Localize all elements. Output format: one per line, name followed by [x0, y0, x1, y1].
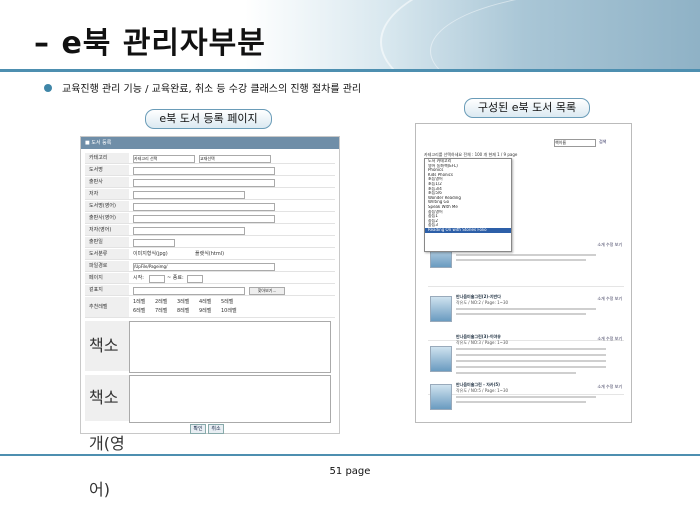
item-actions[interactable]: 소개 수정 보기 [597, 242, 622, 248]
summary-en-textarea[interactable] [129, 375, 331, 423]
book-meta: 작유도 / NO:2 / Page: 1~30 [456, 300, 509, 305]
form-header: ■ 도서 등록 [81, 137, 339, 149]
text-line [456, 308, 596, 310]
publisher-input[interactable] [133, 179, 275, 187]
pages-start-label: 시작: [133, 275, 144, 281]
label-register-page: e북 도서 등록 페이지 [145, 109, 272, 129]
search-input[interactable]: 책이름 [554, 139, 596, 147]
tree-item[interactable]: Reading On with Stories Folio [425, 227, 511, 233]
book-meta: 작유도 / NO:3 / Page: 1~30 [456, 340, 509, 345]
form-row-author-en: 저자(영어) [85, 225, 335, 236]
publisher-en-input[interactable] [133, 215, 275, 223]
cover-input[interactable] [133, 287, 245, 295]
subcategory-select[interactable]: 교재선택 [199, 155, 271, 163]
form-row-folder: 파일경로 /UpFile/Pageimg/ [85, 261, 335, 272]
form-label: 책소개(영어) [85, 375, 129, 499]
form-row-title: 도서명 [85, 165, 335, 176]
cancel-button[interactable]: 취소 [208, 424, 224, 434]
form-row-level: 추천레벨 1레벨 2레벨 3레벨 4레벨 5레벨 6레벨 7레벨 8레벨 9레벨… [85, 297, 335, 318]
text-line [456, 354, 606, 356]
form-label: 출판일 [85, 237, 129, 247]
confirm-button[interactable]: 확인 [190, 424, 206, 434]
form-row-publisher-en: 출판사(영어) [85, 213, 335, 224]
book-register-form: ■ 도서 등록 카테고리 카테고리 선택 교재선택 도서명 출판사 저자 도서명… [80, 136, 340, 499]
book-cover-thumbnail [430, 346, 452, 372]
item-actions[interactable]: 소개 수정 보기 [597, 336, 622, 342]
label-book-list: 구성된 e북 도서 목록 [464, 98, 590, 118]
level-checkbox[interactable]: 7레벨 [155, 306, 167, 316]
form-label: 도서명 [85, 165, 129, 175]
book-meta: 작유도 / NO:5 / Page: 1~30 [456, 388, 509, 393]
slide-title: – e북 관리자부분 [34, 26, 266, 61]
form-row-type: 도서분류 이미지형식(jpg) 플랫식(html) [85, 249, 335, 260]
form-label: 겉표지 [85, 285, 129, 295]
form-label: 출판사 [85, 177, 129, 187]
text-line [456, 396, 596, 398]
text-line [456, 360, 606, 362]
title-input[interactable] [133, 167, 275, 175]
bullet-icon [44, 84, 52, 92]
book-cover-thumbnail [430, 384, 452, 410]
text-line [456, 366, 606, 368]
pages-start-input[interactable] [149, 275, 165, 283]
form-label: 파일경로 [85, 261, 129, 271]
text-line [456, 259, 586, 261]
summary-textarea[interactable] [129, 321, 331, 373]
author-input[interactable] [133, 191, 245, 199]
text-line [456, 372, 576, 374]
form-label: 출판사(영어) [85, 213, 129, 223]
form-row-pubdate: 출판일 [85, 237, 335, 248]
title-en-input[interactable] [133, 203, 275, 211]
author-en-input[interactable] [133, 227, 245, 235]
category-select[interactable]: 카테고리 선택 [133, 155, 195, 163]
item-actions[interactable]: 소개 수정 보기 [597, 384, 622, 390]
item-actions[interactable]: 소개 수정 보기 [597, 296, 622, 302]
divider [0, 69, 700, 72]
browse-button[interactable]: 찾아보기... [249, 287, 285, 295]
search-button[interactable]: 검색 [599, 139, 606, 145]
text-line [456, 348, 606, 350]
pubdate-input[interactable] [133, 239, 175, 247]
level-checkbox[interactable]: 6레벨 [133, 306, 145, 316]
form-label: 도서분류 [85, 249, 129, 259]
form-label: 저자 [85, 189, 129, 199]
slide-description: 교육진행 관리 기능 / 교육완료, 취소 등 수강 클래스의 진행 절차를 관… [62, 84, 362, 95]
book-list-panel: 책이름 검색 카테고리를 선택하세요 전체 : 100 개 현재 1 / 9 p… [415, 123, 632, 423]
pages-end-label: ~ 종료: [167, 275, 184, 281]
form-label: 저자(영어) [85, 225, 129, 235]
form-row-pages: 페이지 시작: ~ 종료: [85, 273, 335, 284]
level-checkbox[interactable]: 9레벨 [199, 306, 211, 316]
form-label: 페이지 [85, 273, 129, 283]
form-label: 추천레벨 [85, 297, 129, 317]
radio-jpg[interactable]: 이미지형식(jpg) [133, 249, 168, 259]
form-row-author: 저자 [85, 189, 335, 200]
level-checkbox[interactable]: 10레벨 [221, 306, 237, 316]
form-label: 책소개 [85, 321, 129, 405]
folder-input[interactable]: /UpFile/Pageimg/ [133, 263, 275, 271]
form-row-cover: 겉표지 찾아보기... [85, 285, 335, 296]
text-line [456, 401, 586, 403]
page-number: 51 page [329, 466, 371, 477]
form-label: 도서명(영어) [85, 201, 129, 211]
category-tree-dropdown[interactable]: 도서 카테고리 영어 동화책(EFL) Phonics Kids Phonics… [424, 158, 512, 252]
form-label: 카테고리 [85, 153, 129, 163]
level-checkbox[interactable]: 8레벨 [177, 306, 189, 316]
form-row-publisher: 출판사 [85, 177, 335, 188]
list-item[interactable]: 만나음미술그린 - 자카(5) 작유도 / NO:5 / Page: 1~30 … [428, 378, 624, 418]
book-cover-thumbnail [430, 296, 452, 322]
divider [0, 454, 700, 456]
form-row-category: 카테고리 카테고리 선택 교재선택 [85, 153, 335, 164]
text-line [456, 254, 596, 256]
radio-html[interactable]: 플랫식(html) [195, 249, 224, 259]
text-line [456, 313, 586, 315]
pages-end-input[interactable] [187, 275, 203, 283]
form-row-title-en: 도서명(영어) [85, 201, 335, 212]
